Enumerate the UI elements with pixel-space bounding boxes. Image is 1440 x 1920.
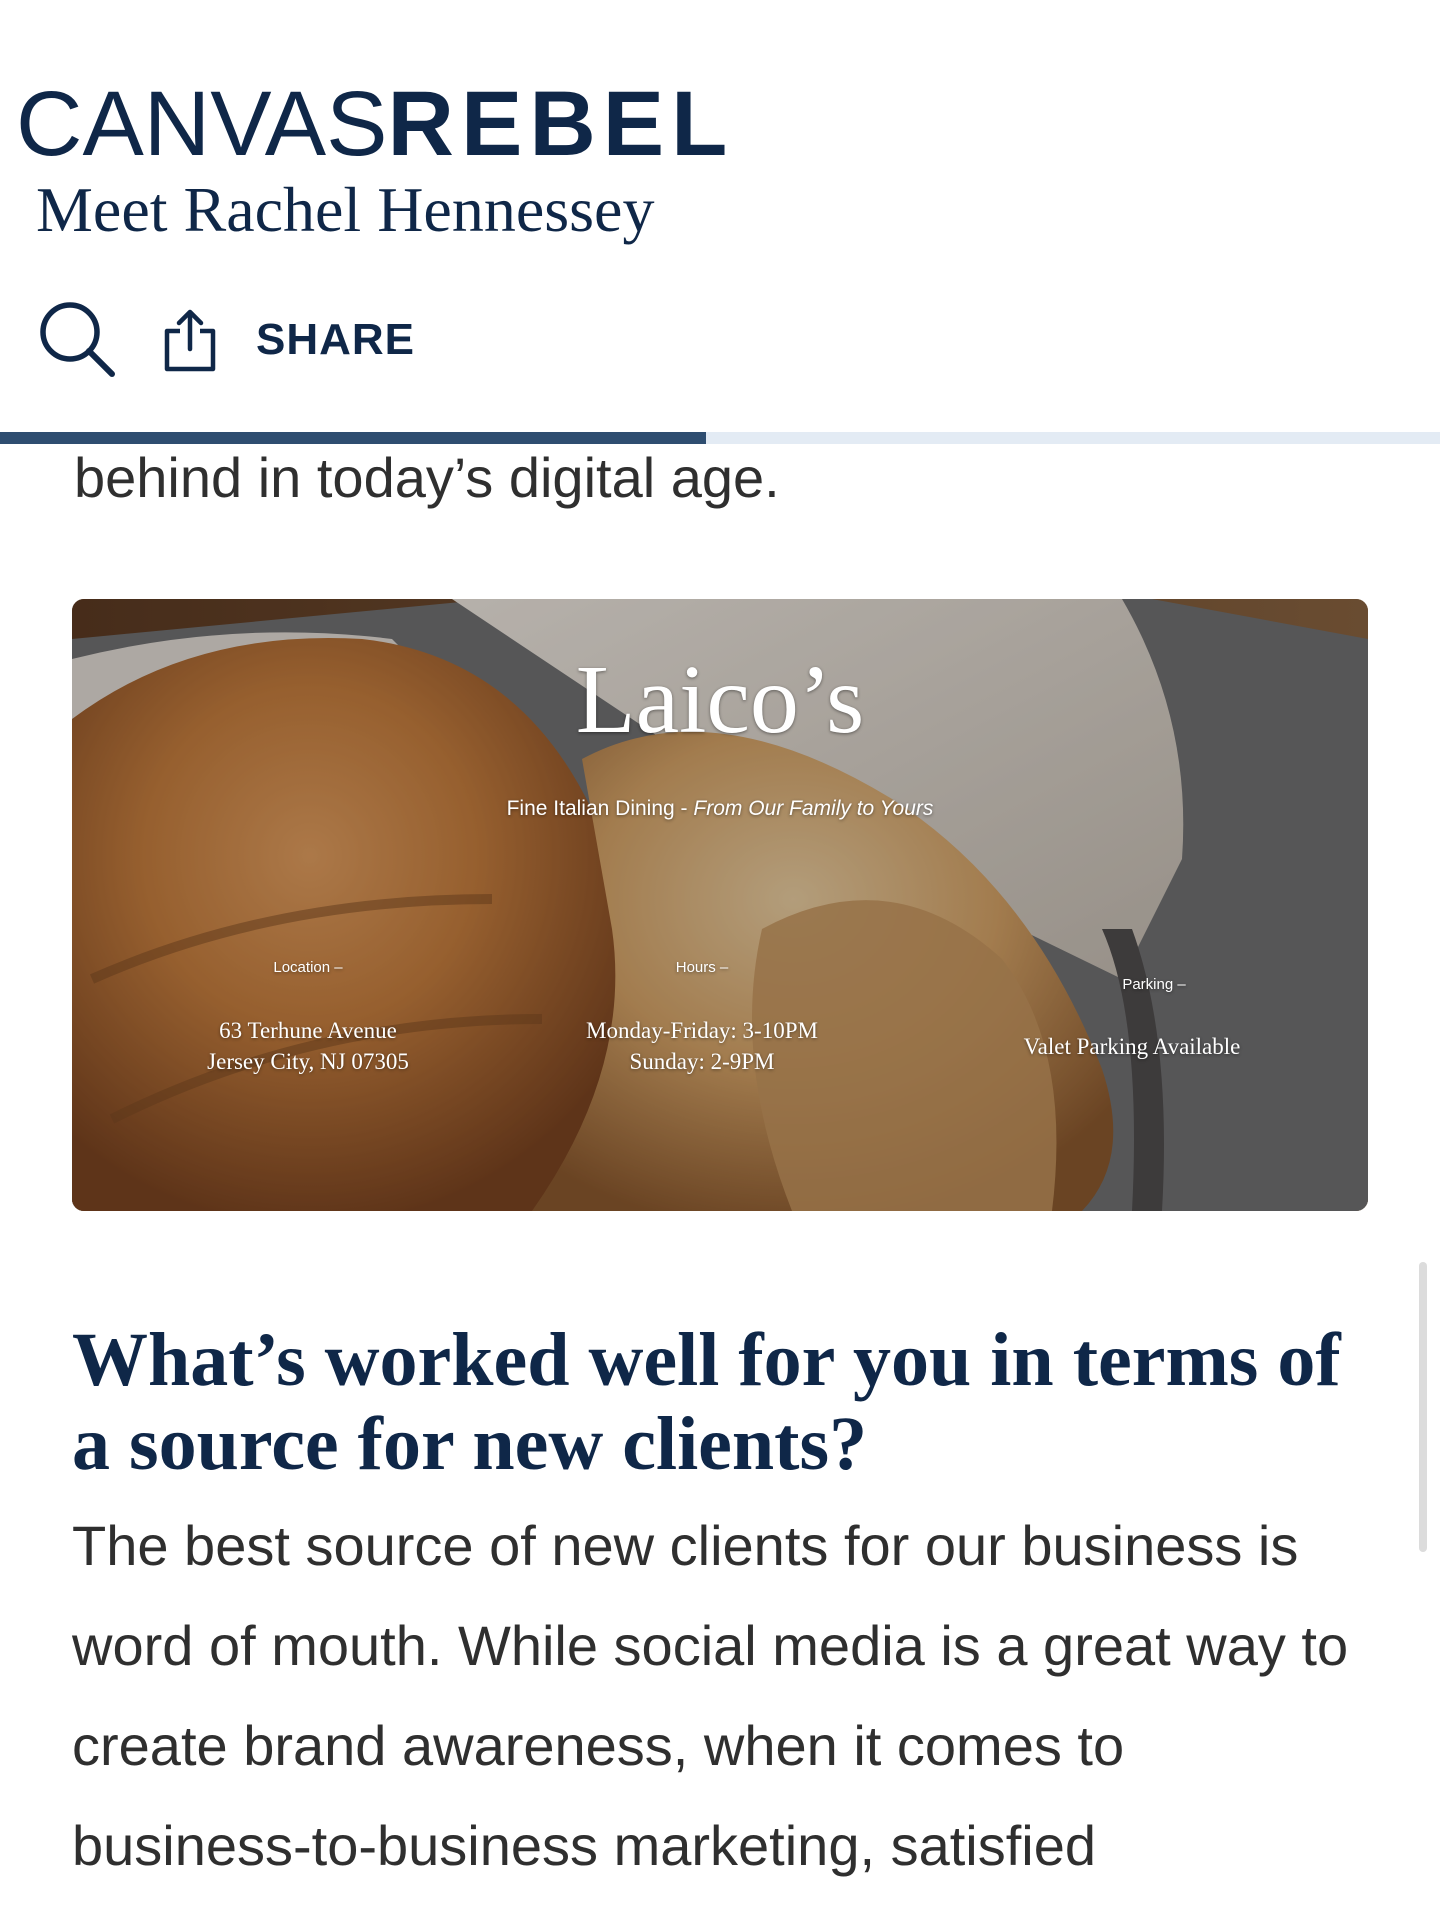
hours-label: Hours – (675, 959, 729, 976)
logo-text-rebel: REBEL (387, 73, 735, 175)
header-actions: SHARE (36, 300, 415, 380)
share-button[interactable]: SHARE (256, 315, 415, 365)
interview-question: What’s worked well for you in terms of a… (72, 1318, 1341, 1486)
site-header: CANVASREBEL Meet Rachel Hennessey SHARE (0, 0, 1440, 442)
article-paragraph-tail: behind in today’s digital age. (74, 446, 780, 509)
restaurant-name: Laico’s (575, 646, 865, 754)
page-title: Meet Rachel Hennessey (36, 174, 655, 245)
site-logo[interactable]: CANVASREBEL (16, 78, 734, 170)
reading-progress-fill (0, 432, 706, 444)
hours-line-1: Monday-Friday: 3-10PM (586, 1018, 818, 1043)
logo-text-canvas: CANVAS (16, 73, 388, 175)
parking-line-1: Valet Parking Available (1023, 1034, 1241, 1059)
hours-line-2: Sunday: 2-9PM (629, 1049, 775, 1074)
scrollbar[interactable] (1419, 1262, 1427, 1552)
share-icon[interactable] (162, 305, 218, 375)
location-line-1: 63 Terhune Avenue (219, 1018, 397, 1043)
hero-image: Laico’s Fine Italian Dining - From Our F… (72, 599, 1368, 1211)
interview-answer: The best source of new clients for our b… (72, 1514, 1349, 1877)
tagline-italic: From Our Family to Yours (693, 797, 934, 820)
parking-label: Parking – (1122, 976, 1186, 993)
location-line-2: Jersey City, NJ 07305 (207, 1049, 409, 1074)
restaurant-tagline: Fine Italian Dining - From Our Family to… (72, 797, 1368, 821)
search-icon[interactable] (36, 298, 120, 382)
tagline-plain: Fine Italian Dining - (506, 797, 694, 820)
reading-progress-bar (0, 432, 1440, 444)
location-label: Location – (273, 959, 343, 976)
